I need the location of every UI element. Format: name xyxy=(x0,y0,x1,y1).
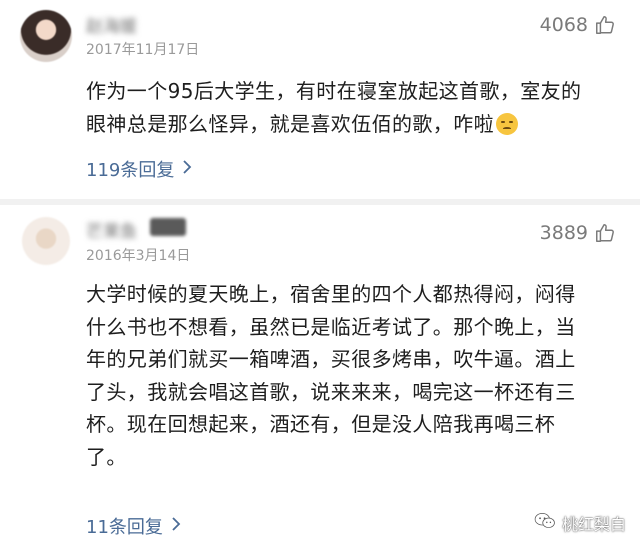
wechat-icon xyxy=(534,512,556,534)
watermark: 桃红梨白 xyxy=(534,511,626,535)
like-button[interactable]: 4068 xyxy=(540,14,616,36)
comment-text-line: 年的兄弟们就买一箱啤酒，买很多烤串，吹牛逼。酒上 xyxy=(86,347,576,371)
reply-count: 119条回复 xyxy=(86,160,175,181)
username[interactable]: 芒果鱼 xyxy=(86,217,137,242)
user-badge-icon xyxy=(150,218,186,236)
comment-text-line: 了头，我就会唱这首歌，说来来来，喝完这一杯还有三 xyxy=(86,379,576,404)
comment-text-line: 作为一个95后大学生，有时在寝室放起这首歌，室友的 xyxy=(86,79,582,103)
comment-item: 赵海媛 2017年11月17日 4068 作为一个95后大学生，有时在寝室放起这… xyxy=(0,0,640,199)
like-count: 4068 xyxy=(539,14,588,36)
comment-text-line: 什么书也不想看，虽然已是临近考试了。那个晚上，当 xyxy=(86,314,576,339)
thumbs-up-icon xyxy=(594,222,616,244)
comment-item: 芒果鱼 2016年3月14日 3889 大学时候的夏天晚上，宿舍里的四个人都热得… xyxy=(0,205,640,549)
avatar[interactable] xyxy=(20,10,72,62)
comment-text: 作为一个95后大学生，有时在寝室放起这首歌，室友的 眼神总是那么怪异，就是喜欢伍… xyxy=(86,75,616,140)
username[interactable]: 赵海媛 xyxy=(86,12,137,37)
thumbs-up-icon xyxy=(594,14,616,36)
pensive-face-emoji-icon xyxy=(496,112,518,135)
like-count: 3889 xyxy=(539,222,588,244)
chevron-right-icon xyxy=(182,159,192,180)
comment-text-line: 杯。现在回想起来，酒还有，但是没人陪我再喝三杯 xyxy=(86,412,556,436)
comment-text: 大学时候的夏天晚上，宿舍里的四个人都热得闷，闷得 什么书也不想看，虽然已是临近考… xyxy=(86,278,616,473)
comment-date: 2016年3月14日 xyxy=(86,248,191,264)
view-replies-link[interactable]: 11条回复 xyxy=(86,513,181,539)
comment-text-segment: 眼神总是那么怪异，就是喜欢伍佰的歌，咋啦 xyxy=(86,111,494,136)
comment-text-line: 了。 xyxy=(86,444,127,469)
comment-date: 2017年11月17日 xyxy=(86,42,200,58)
comment-text-line: 大学时候的夏天晚上，宿舍里的四个人都热得闷，闷得 xyxy=(86,282,576,306)
reply-count: 11条回复 xyxy=(86,517,163,538)
like-button[interactable]: 3889 xyxy=(540,222,616,244)
view-replies-link[interactable]: 119条回复 xyxy=(86,156,192,182)
avatar[interactable] xyxy=(22,217,70,265)
chevron-right-icon xyxy=(171,516,181,537)
comment-text-line: 眼神总是那么怪异，就是喜欢伍佰的歌，咋啦 xyxy=(86,108,616,141)
watermark-text: 桃红梨白 xyxy=(561,515,626,534)
